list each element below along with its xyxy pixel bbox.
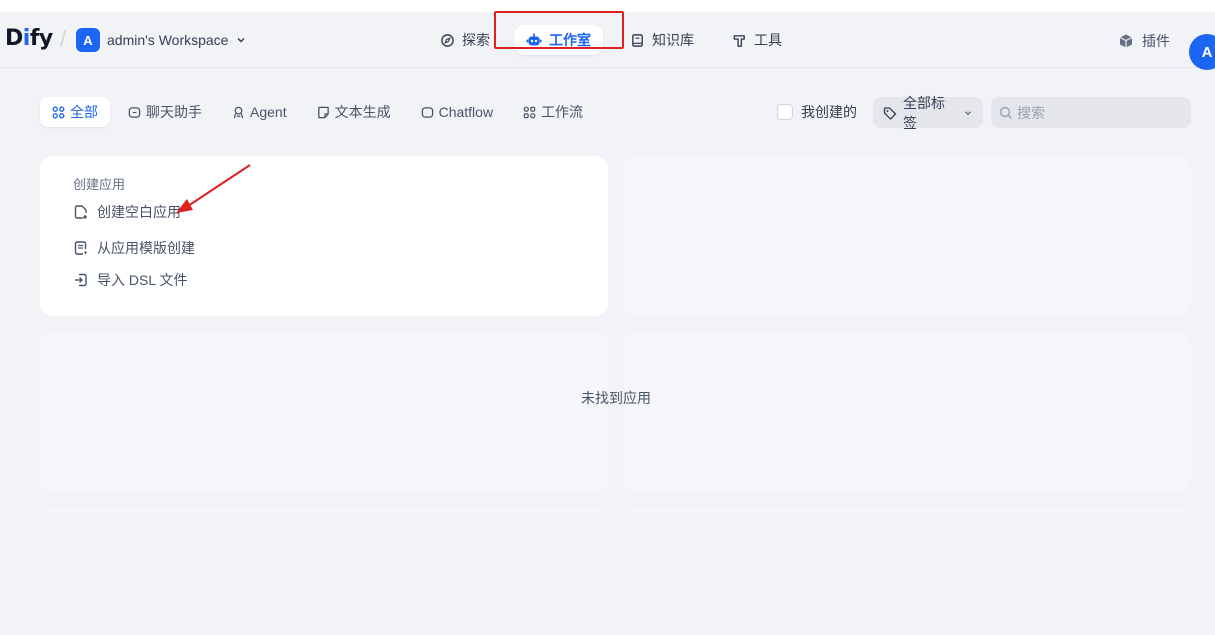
chatflow-icon [421, 106, 434, 119]
nav-explore[interactable]: 探索 [428, 25, 502, 55]
created-by-me-filter[interactable]: 我创建的 [777, 102, 857, 122]
created-by-me-checkbox[interactable] [777, 104, 793, 120]
create-app-title: 创建应用 [73, 177, 126, 192]
tab-all[interactable]: 全部 [40, 97, 110, 127]
create-from-template-button[interactable]: 从应用模版创建 [73, 238, 195, 258]
tag-icon [883, 106, 897, 120]
chevron-down-icon [235, 34, 247, 46]
compass-icon [440, 33, 455, 48]
nav-tools[interactable]: 工具 [720, 25, 794, 55]
create-app-card: 创建应用 创建空白应用 从应用模版创建 导入 DSL 文件 [40, 156, 608, 316]
workspace-selector[interactable]: A admin's Workspace [76, 28, 247, 52]
breadcrumb-divider: / [60, 26, 67, 51]
nav-knowledge[interactable]: 知识库 [618, 25, 706, 55]
text-generation-icon [317, 106, 330, 119]
new-file-icon [73, 204, 89, 220]
grid-icon [52, 106, 65, 119]
book-icon [630, 33, 645, 48]
search-icon [999, 106, 1013, 120]
tag-filter-dropdown[interactable]: 全部标签 [873, 95, 983, 131]
workspace-badge: A [76, 28, 100, 52]
app-card-placeholder [40, 508, 608, 635]
tab-agent[interactable]: Agent [220, 97, 299, 127]
chevron-down-icon [963, 108, 973, 118]
agent-icon [232, 106, 245, 119]
plugins-button[interactable]: 插件 [1118, 31, 1170, 51]
workspace-name: admin's Workspace [107, 32, 229, 48]
tab-chat-assistant[interactable]: 聊天助手 [116, 97, 214, 127]
cube-icon [1118, 33, 1134, 49]
workflow-icon [523, 106, 536, 119]
app-type-tabs: 全部 聊天助手 Agent 文本生成 Chatflow 工作流 [40, 97, 595, 127]
empty-state-message: 未找到应用 [581, 390, 651, 406]
tab-chatflow[interactable]: Chatflow [409, 97, 505, 127]
app-card-placeholder [624, 332, 1191, 492]
avatar[interactable]: A [1189, 34, 1215, 70]
chat-icon [128, 106, 141, 119]
import-icon [73, 272, 89, 288]
tab-text-generation[interactable]: 文本生成 [305, 97, 403, 127]
import-dsl-button[interactable]: 导入 DSL 文件 [73, 270, 188, 290]
dify-logo[interactable]: Dify [5, 26, 53, 51]
app-card-placeholder [624, 508, 1191, 635]
search-input[interactable] [1017, 104, 1187, 121]
annotation-highlight-box [494, 11, 624, 49]
tab-workflow[interactable]: 工作流 [511, 97, 595, 127]
app-card-placeholder [40, 332, 608, 492]
create-blank-app-button[interactable]: 创建空白应用 [73, 202, 181, 222]
hammer-icon [732, 33, 747, 48]
app-card-placeholder [624, 156, 1191, 316]
template-icon [73, 240, 89, 256]
search-box[interactable] [991, 97, 1191, 128]
